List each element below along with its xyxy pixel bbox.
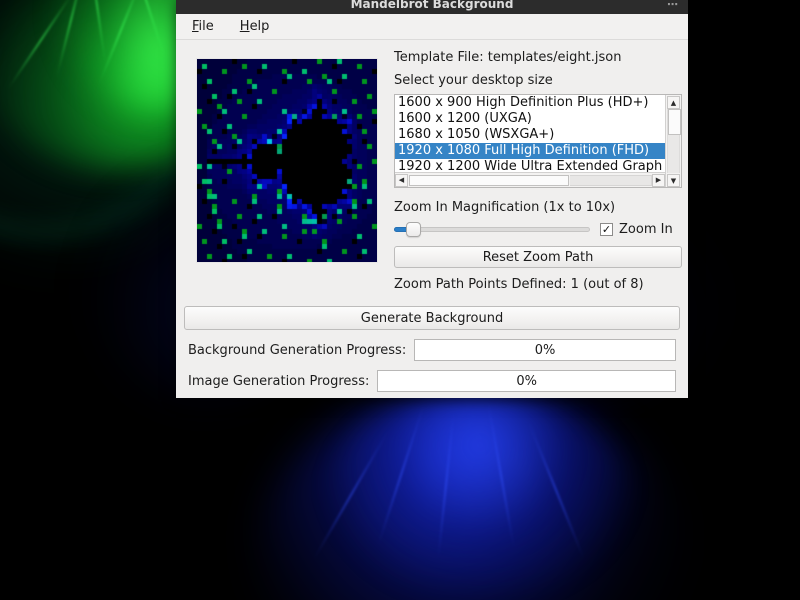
zoom-in-checkbox-label: Zoom In [619, 221, 673, 237]
window-title: Mandelbrot Background [350, 0, 514, 11]
image-progress-value: 0% [516, 373, 537, 389]
window-controls-icon[interactable]: ⋯ [667, 0, 680, 14]
horizontal-scroll-track[interactable] [570, 174, 652, 186]
slider-track [394, 227, 590, 232]
vertical-scroll-track[interactable] [667, 109, 681, 173]
zoom-magnification-row: ✓ Zoom In [394, 219, 682, 239]
background-progress-value: 0% [534, 342, 556, 358]
menu-item-help[interactable]: Help [236, 17, 274, 36]
list-item[interactable]: 1600 x 900 High Definition Plus (HD+) [395, 95, 665, 111]
menu-help-mnemonic: H [239, 19, 250, 34]
listbox-horizontal-scrollbar[interactable]: ◀ ▶ [395, 172, 665, 187]
list-item[interactable]: 1920 x 1200 Wide Ultra Extended Graph [395, 159, 665, 172]
wallpaper-blue-glow-2 [330, 395, 630, 595]
window-titlebar[interactable]: Mandelbrot Background ⋯ [176, 0, 688, 14]
generate-background-button[interactable]: Generate Background [184, 306, 680, 330]
window-client-area: Template File: templates/eight.json Sele… [176, 40, 688, 398]
background-progress-label: Background Generation Progress: [188, 342, 407, 358]
menu-item-file[interactable]: File [188, 17, 218, 36]
zoom-path-points-label: Zoom Path Points Defined: 1 (out of 8) [394, 277, 644, 292]
menubar: File Help [176, 14, 688, 40]
preview-column [184, 48, 378, 294]
mandelbrot-preview-image[interactable] [196, 58, 378, 263]
scroll-up-icon[interactable]: ▲ [667, 96, 680, 109]
scroll-down-icon[interactable]: ▼ [667, 174, 680, 187]
top-section: Template File: templates/eight.json Sele… [176, 48, 688, 294]
slider-handle[interactable] [406, 222, 421, 237]
horizontal-scroll-thumb[interactable] [409, 174, 569, 186]
list-item-selected[interactable]: 1920 x 1080 Full High Definition (FHD) [395, 143, 665, 159]
zoom-magnification-slider[interactable] [394, 219, 590, 239]
desktop-size-label: Select your desktop size [394, 73, 553, 88]
background-progress-row: Background Generation Progress: 0% [176, 339, 688, 361]
vertical-scroll-thumb[interactable] [668, 109, 681, 135]
listbox-content: 1600 x 900 High Definition Plus (HD+) 16… [395, 95, 665, 187]
image-progress-bar: 0% [377, 370, 676, 392]
mandelbrot-background-window: Mandelbrot Background ⋯ File Help Templa… [176, 0, 688, 398]
checkbox-check-icon[interactable]: ✓ [600, 222, 613, 236]
image-progress-row: Image Generation Progress: 0% [176, 370, 688, 392]
list-item[interactable]: 1600 x 1200 (UXGA) [395, 111, 665, 127]
zoom-in-checkbox[interactable]: ✓ Zoom In [600, 220, 673, 239]
listbox-items: 1600 x 900 High Definition Plus (HD+) 16… [395, 95, 665, 172]
zoom-magnification-label: Zoom In Magnification (1x to 10x) [394, 200, 616, 215]
listbox-vertical-scrollbar[interactable]: ▲ ▼ [665, 95, 681, 187]
menu-file-rest: ile [198, 19, 214, 34]
template-file-label: Template File: templates/eight.json [394, 50, 622, 65]
background-progress-bar: 0% [414, 339, 676, 361]
list-item[interactable]: 1680 x 1050 (WSXGA+) [395, 127, 665, 143]
controls-column: Template File: templates/eight.json Sele… [378, 48, 682, 294]
reset-zoom-path-button[interactable]: Reset Zoom Path [394, 246, 682, 268]
desktop-size-listbox[interactable]: 1600 x 900 High Definition Plus (HD+) 16… [394, 94, 682, 188]
menu-help-rest: elp [249, 19, 270, 34]
image-progress-label: Image Generation Progress: [188, 373, 370, 389]
scroll-right-icon[interactable]: ▶ [652, 173, 665, 187]
scroll-left-icon[interactable]: ◀ [395, 173, 408, 187]
